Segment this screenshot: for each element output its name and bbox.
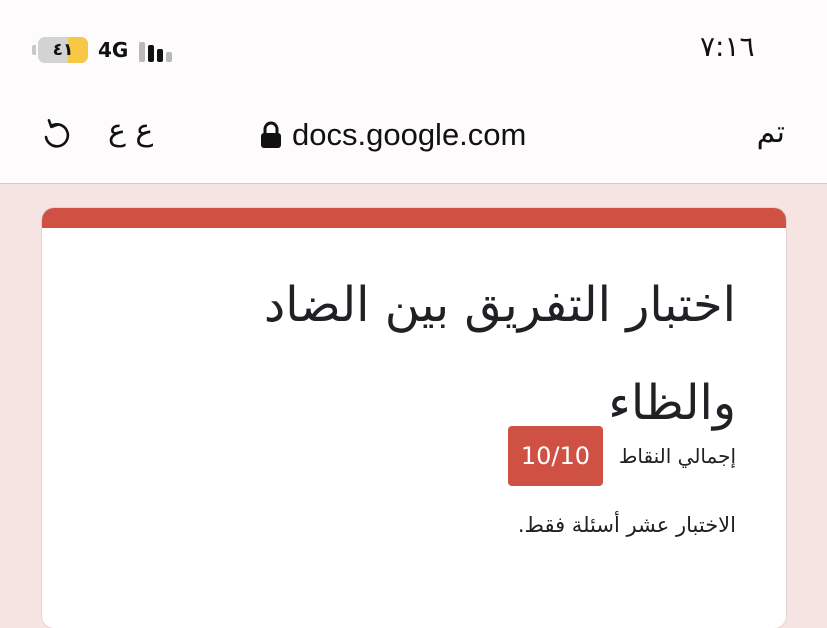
signal-bar	[148, 45, 154, 62]
done-button[interactable]: تم	[757, 115, 785, 150]
browser-address-bar: ع ع docs.google.com تم	[0, 95, 827, 184]
url-display[interactable]: docs.google.com	[260, 115, 526, 155]
total-points-row: إجمالي النقاط 10/10	[507, 426, 736, 486]
lock-icon	[260, 121, 282, 149]
signal-bar	[166, 52, 172, 62]
points-label: إجمالي النقاط	[618, 444, 736, 468]
signal-bar	[139, 42, 145, 62]
page-domain: docs.google.com	[292, 117, 527, 152]
quiz-title: اختبار التفريق بين الضاد والظاء	[263, 277, 736, 431]
status-bar: ٤١ 4G ٧:١٦	[0, 0, 827, 95]
reload-icon[interactable]	[38, 117, 74, 153]
score-badge: 10/10	[507, 426, 603, 486]
battery-tip	[32, 45, 36, 55]
signal-strength-icon	[139, 40, 179, 62]
battery-level: ٤١	[52, 40, 74, 60]
text-size-button[interactable]: ع ع	[108, 113, 153, 148]
battery-indicator: ٤١	[32, 37, 92, 63]
card-accent-bar	[42, 208, 786, 228]
clock: ٧:١٦	[700, 30, 755, 63]
signal-bar	[157, 49, 163, 62]
quiz-description: الاختبار عشر أسئلة فقط.	[517, 513, 736, 537]
form-header-card: اختبار التفريق بين الضاد والظاء إجمالي ا…	[42, 208, 786, 628]
network-type: 4G	[98, 38, 129, 62]
